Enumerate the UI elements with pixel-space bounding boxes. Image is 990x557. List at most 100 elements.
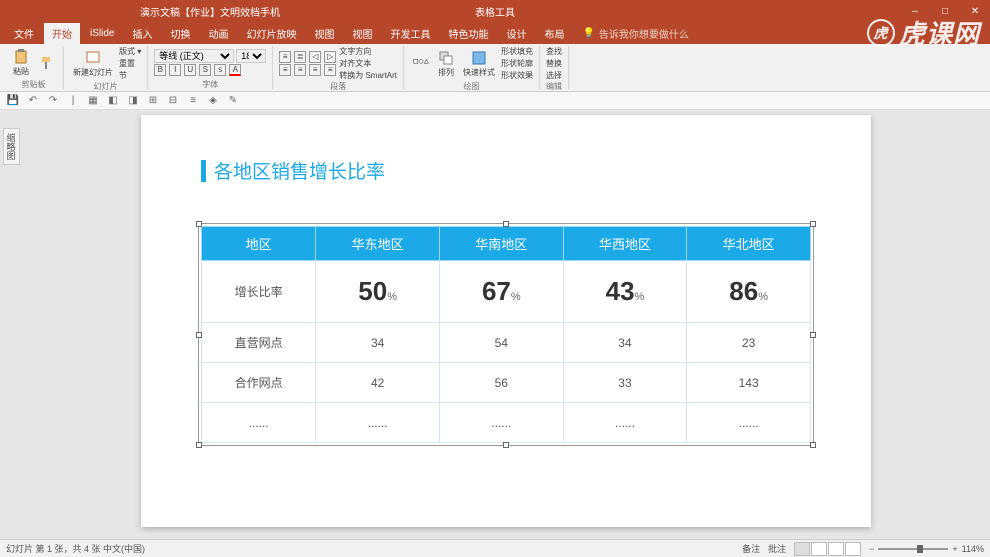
resize-handle[interactable] xyxy=(196,332,202,338)
text-direction-button[interactable]: 文字方向 xyxy=(339,46,397,57)
bullets-button[interactable]: ≡ xyxy=(279,51,291,63)
tell-me-icon: 💡 xyxy=(582,28,594,39)
qat-tool-icon[interactable]: ◨ xyxy=(126,94,140,108)
slide-table[interactable]: 地区华东地区华南地区华西地区华北地区 增长比率50%67%43%86%直营网点3… xyxy=(201,226,811,443)
quick-access-toolbar: 💾 ↶ ↷ | ▦ ◧ ◨ ⊞ ⊟ ≡ ◈ ✎ xyxy=(0,92,990,110)
thumbnail-panel-tab[interactable]: 缩略图 xyxy=(0,110,22,539)
align-justify-button[interactable]: ≡ xyxy=(324,64,336,76)
zoom-in-button[interactable]: + xyxy=(952,544,957,554)
qat-save-icon[interactable]: 💾 xyxy=(6,94,20,108)
paste-button[interactable]: 粘贴 xyxy=(10,48,32,78)
group-label-editing: 编辑 xyxy=(546,81,562,91)
qat-tool-icon[interactable]: ≡ xyxy=(186,94,200,108)
ribbon: 粘贴 剪贴板 新建幻灯片 版式 ▾ 重置 节 幻灯片 等线 (正文) xyxy=(0,44,990,92)
qat-tool-icon[interactable]: ⊟ xyxy=(166,94,180,108)
titlebar: 演示文稿【作业】文明效档手机 表格工具 – □ ✕ xyxy=(0,0,990,22)
shapes-gallery[interactable] xyxy=(410,55,432,73)
menu-tab-5[interactable]: 动画 xyxy=(200,23,236,44)
indent-inc-button[interactable]: ▷ xyxy=(324,51,336,63)
font-size-select[interactable]: 18 xyxy=(236,49,266,63)
shape-effects-button[interactable]: 形状效果 xyxy=(501,70,533,81)
resize-handle[interactable] xyxy=(810,221,816,227)
smartart-button[interactable]: 转换为 SmartArt xyxy=(339,70,397,81)
resize-handle[interactable] xyxy=(196,221,202,227)
group-label-slides: 幻灯片 xyxy=(70,81,141,91)
resize-handle[interactable] xyxy=(503,221,509,227)
resize-handle[interactable] xyxy=(810,332,816,338)
sorter-view-button[interactable] xyxy=(811,542,827,556)
qat-undo-icon[interactable]: ↶ xyxy=(26,94,40,108)
align-center-button[interactable]: ≡ xyxy=(294,64,306,76)
bold-button[interactable]: B xyxy=(154,64,166,76)
italic-button[interactable]: I xyxy=(169,64,181,76)
indent-dec-button[interactable]: ◁ xyxy=(309,51,321,63)
qat-tool-icon[interactable]: ◧ xyxy=(106,94,120,108)
strike-button[interactable]: S xyxy=(199,64,211,76)
resize-handle[interactable] xyxy=(503,442,509,448)
qat-sep: | xyxy=(66,94,80,108)
section-dropdown[interactable]: 节 xyxy=(119,70,141,81)
window-minimize-button[interactable]: – xyxy=(900,0,930,22)
shape-fill-button[interactable]: 形状填充 xyxy=(501,46,533,57)
menu-tab-2[interactable]: iSlide xyxy=(82,25,122,42)
group-label-clipboard: 剪贴板 xyxy=(10,79,57,89)
slide[interactable]: 各地区销售增长比率 地区华东地区华南地区华西地区华北地区 增长比率50%67%4… xyxy=(141,115,871,527)
menu-tab-8[interactable]: 视图 xyxy=(344,23,380,44)
reading-view-button[interactable] xyxy=(828,542,844,556)
format-painter-button[interactable] xyxy=(35,54,57,72)
select-button[interactable]: 选择 xyxy=(546,70,562,81)
tell-me-input[interactable]: 告诉我你想要做什么 xyxy=(599,26,689,41)
menu-tab-1[interactable]: 开始 xyxy=(44,23,80,44)
align-right-button[interactable]: ≡ xyxy=(309,64,321,76)
slide-canvas-area[interactable]: 各地区销售增长比率 地区华东地区华南地区华西地区华北地区 增长比率50%67%4… xyxy=(22,110,990,539)
find-button[interactable]: 查找 xyxy=(546,46,562,57)
font-color-button[interactable]: A xyxy=(229,64,241,76)
menubar: 文件开始iSlide插入切换动画幻灯片放映视图视图开发工具特色功能设计布局💡告诉… xyxy=(0,22,990,44)
zoom-out-button[interactable]: − xyxy=(869,544,874,554)
layout-dropdown[interactable]: 版式 ▾ xyxy=(119,46,141,57)
resize-handle[interactable] xyxy=(196,442,202,448)
quick-styles-button[interactable]: 快速样式 xyxy=(460,49,498,79)
zoom-level[interactable]: 114% xyxy=(962,544,984,554)
context-tab[interactable]: 表格工具 xyxy=(475,4,515,19)
replace-button[interactable]: 替换 xyxy=(546,58,562,69)
shadow-button[interactable]: ꜱ xyxy=(214,64,226,76)
zoom-slider[interactable] xyxy=(878,548,948,550)
align-left-button[interactable]: ≡ xyxy=(279,64,291,76)
comments-button[interactable]: 批注 xyxy=(768,542,786,555)
menu-tab-11[interactable]: 设计 xyxy=(498,23,534,44)
window-close-button[interactable]: ✕ xyxy=(960,0,990,22)
qat-redo-icon[interactable]: ↷ xyxy=(46,94,60,108)
workspace: 缩略图 各地区销售增长比率 地区华东地区华南地区华西 xyxy=(0,110,990,539)
qat-tool-icon[interactable]: ⊞ xyxy=(146,94,160,108)
group-label-paragraph: 段落 xyxy=(279,81,397,91)
doc-title: 演示文稿【作业】文明效档手机 xyxy=(140,4,280,19)
qat-tool-icon[interactable]: ▦ xyxy=(86,94,100,108)
menu-tab-6[interactable]: 幻灯片放映 xyxy=(238,23,304,44)
reset-button[interactable]: 重置 xyxy=(119,58,141,69)
shape-outline-button[interactable]: 形状轮廓 xyxy=(501,58,533,69)
underline-button[interactable]: U xyxy=(184,64,196,76)
menu-tab-0[interactable]: 文件 xyxy=(6,23,42,44)
notes-button[interactable]: 备注 xyxy=(742,542,760,555)
statusbar: 幻灯片 第 1 张，共 4 张 中文(中国) 备注 批注 − + 114% xyxy=(0,539,990,557)
menu-tab-3[interactable]: 插入 xyxy=(124,23,160,44)
new-slide-button[interactable]: 新建幻灯片 xyxy=(70,49,116,79)
menu-tab-12[interactable]: 布局 xyxy=(536,23,572,44)
slideshow-view-button[interactable] xyxy=(845,542,861,556)
menu-tab-4[interactable]: 切换 xyxy=(162,23,198,44)
group-label-drawing: 绘图 xyxy=(410,81,533,91)
resize-handle[interactable] xyxy=(810,442,816,448)
numbering-button[interactable]: ≣ xyxy=(294,51,306,63)
font-name-select[interactable]: 等线 (正文) xyxy=(154,49,234,63)
qat-tool-icon[interactable]: ◈ xyxy=(206,94,220,108)
menu-tab-10[interactable]: 特色功能 xyxy=(440,23,496,44)
menu-tab-7[interactable]: 视图 xyxy=(306,23,342,44)
align-text-button[interactable]: 对齐文本 xyxy=(339,58,397,69)
menu-tab-9[interactable]: 开发工具 xyxy=(382,23,438,44)
qat-tool-icon[interactable]: ✎ xyxy=(226,94,240,108)
window-maximize-button[interactable]: □ xyxy=(930,0,960,22)
arrange-button[interactable]: 排列 xyxy=(435,49,457,79)
normal-view-button[interactable] xyxy=(794,542,810,556)
slide-title[interactable]: 各地区销售增长比率 xyxy=(201,157,385,184)
